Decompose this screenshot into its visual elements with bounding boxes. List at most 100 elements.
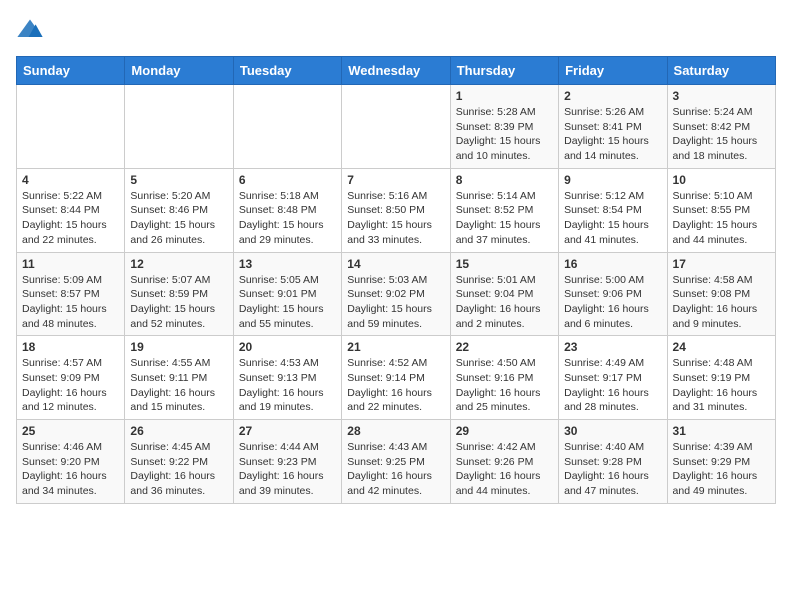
day-info: Sunrise: 4:48 AMSunset: 9:19 PMDaylight:… — [673, 356, 770, 415]
calendar-cell: 21 Sunrise: 4:52 AMSunset: 9:14 PMDayligh… — [342, 336, 450, 420]
day-number: 26 — [130, 424, 227, 438]
day-number: 3 — [673, 89, 770, 103]
day-number: 30 — [564, 424, 661, 438]
calendar-cell: 2 Sunrise: 5:26 AMSunset: 8:41 PMDaylight… — [559, 85, 667, 169]
day-info: Sunrise: 5:26 AMSunset: 8:41 PMDaylight:… — [564, 105, 661, 164]
weekday-header: Tuesday — [233, 57, 341, 85]
page-header — [16, 16, 776, 44]
day-info: Sunrise: 5:20 AMSunset: 8:46 PMDaylight:… — [130, 189, 227, 248]
day-number: 6 — [239, 173, 336, 187]
calendar-week-row: 1 Sunrise: 5:28 AMSunset: 8:39 PMDaylight… — [17, 85, 776, 169]
weekday-header: Thursday — [450, 57, 558, 85]
day-number: 18 — [22, 340, 119, 354]
calendar-cell — [233, 85, 341, 169]
day-number: 29 — [456, 424, 553, 438]
day-number: 14 — [347, 257, 444, 271]
day-number: 19 — [130, 340, 227, 354]
calendar-cell: 13Sunrise: 5:05 AMSunset: 9:01 PMDayligh… — [233, 252, 341, 336]
calendar-cell: 8 Sunrise: 5:14 AMSunset: 8:52 PMDaylight… — [450, 168, 558, 252]
calendar-cell: 14 Sunrise: 5:03 AMSunset: 9:02 PMDayligh… — [342, 252, 450, 336]
day-info: Sunrise: 4:40 AMSunset: 9:28 PMDaylight:… — [564, 440, 661, 499]
calendar-week-row: 25 Sunrise: 4:46 AMSunset: 9:20 PMDayligh… — [17, 420, 776, 504]
day-info: Sunrise: 5:09 AMSunset: 8:57 PMDaylight:… — [22, 273, 119, 332]
calendar-header-row: SundayMondayTuesdayWednesdayThursdayFrid… — [17, 57, 776, 85]
day-info: Sunrise: 5:14 AMSunset: 8:52 PMDaylight:… — [456, 189, 553, 248]
day-info: Sunrise: 4:49 AMSunset: 9:17 PMDaylight:… — [564, 356, 661, 415]
day-info: Sunrise: 4:57 AMSunset: 9:09 PMDaylight:… — [22, 356, 119, 415]
day-info: Sunrise: 5:10 AMSunset: 8:55 PMDaylight:… — [673, 189, 770, 248]
calendar-week-row: 18 Sunrise: 4:57 AMSunset: 9:09 PMDayligh… — [17, 336, 776, 420]
weekday-header: Friday — [559, 57, 667, 85]
day-number: 15 — [456, 257, 553, 271]
weekday-header: Monday — [125, 57, 233, 85]
calendar-cell: 9 Sunrise: 5:12 AMSunset: 8:54 PMDaylight… — [559, 168, 667, 252]
day-number: 25 — [22, 424, 119, 438]
day-number: 11 — [22, 257, 119, 271]
day-number: 27 — [239, 424, 336, 438]
day-number: 9 — [564, 173, 661, 187]
calendar-cell: 1 Sunrise: 5:28 AMSunset: 8:39 PMDaylight… — [450, 85, 558, 169]
day-info: Sunrise: 5:16 AMSunset: 8:50 PMDaylight:… — [347, 189, 444, 248]
day-info: Sunrise: 5:03 AMSunset: 9:02 PMDaylight:… — [347, 273, 444, 332]
day-info: Sunrise: 5:28 AMSunset: 8:39 PMDaylight:… — [456, 105, 553, 164]
calendar-cell: 15 Sunrise: 5:01 AMSunset: 9:04 PMDayligh… — [450, 252, 558, 336]
weekday-header: Wednesday — [342, 57, 450, 85]
calendar-cell: 12Sunrise: 5:07 AMSunset: 8:59 PMDayligh… — [125, 252, 233, 336]
day-info: Sunrise: 5:00 AMSunset: 9:06 PMDaylight:… — [564, 273, 661, 332]
calendar-cell: 30 Sunrise: 4:40 AMSunset: 9:28 PMDayligh… — [559, 420, 667, 504]
calendar-cell: 31 Sunrise: 4:39 AMSunset: 9:29 PMDayligh… — [667, 420, 775, 504]
logo-icon — [16, 16, 44, 44]
logo — [16, 16, 46, 44]
day-info: Sunrise: 4:45 AMSunset: 9:22 PMDaylight:… — [130, 440, 227, 499]
day-number: 7 — [347, 173, 444, 187]
day-number: 28 — [347, 424, 444, 438]
weekday-header: Saturday — [667, 57, 775, 85]
calendar-cell: 28 Sunrise: 4:43 AMSunset: 9:25 PMDayligh… — [342, 420, 450, 504]
calendar-cell: 27Sunrise: 4:44 AMSunset: 9:23 PMDayligh… — [233, 420, 341, 504]
day-info: Sunrise: 5:24 AMSunset: 8:42 PMDaylight:… — [673, 105, 770, 164]
day-number: 24 — [673, 340, 770, 354]
day-info: Sunrise: 4:46 AMSunset: 9:20 PMDaylight:… — [22, 440, 119, 499]
calendar-week-row: 4Sunrise: 5:22 AMSunset: 8:44 PMDaylight… — [17, 168, 776, 252]
day-number: 21 — [347, 340, 444, 354]
day-info: Sunrise: 5:18 AMSunset: 8:48 PMDaylight:… — [239, 189, 336, 248]
calendar-week-row: 11 Sunrise: 5:09 AMSunset: 8:57 PMDayligh… — [17, 252, 776, 336]
day-number: 8 — [456, 173, 553, 187]
day-number: 4 — [22, 173, 119, 187]
day-number: 5 — [130, 173, 227, 187]
calendar-cell: 4Sunrise: 5:22 AMSunset: 8:44 PMDaylight… — [17, 168, 125, 252]
day-info: Sunrise: 5:12 AMSunset: 8:54 PMDaylight:… — [564, 189, 661, 248]
calendar-cell: 16 Sunrise: 5:00 AMSunset: 9:06 PMDayligh… — [559, 252, 667, 336]
calendar-cell: 17 Sunrise: 4:58 AMSunset: 9:08 PMDayligh… — [667, 252, 775, 336]
calendar-cell — [17, 85, 125, 169]
day-info: Sunrise: 5:01 AMSunset: 9:04 PMDaylight:… — [456, 273, 553, 332]
day-info: Sunrise: 4:58 AMSunset: 9:08 PMDaylight:… — [673, 273, 770, 332]
day-number: 10 — [673, 173, 770, 187]
calendar-cell: 18 Sunrise: 4:57 AMSunset: 9:09 PMDayligh… — [17, 336, 125, 420]
day-info: Sunrise: 5:05 AMSunset: 9:01 PMDaylight:… — [239, 273, 336, 332]
day-info: Sunrise: 4:52 AMSunset: 9:14 PMDaylight:… — [347, 356, 444, 415]
day-number: 17 — [673, 257, 770, 271]
calendar-cell: 24 Sunrise: 4:48 AMSunset: 9:19 PMDayligh… — [667, 336, 775, 420]
calendar-cell: 6 Sunrise: 5:18 AMSunset: 8:48 PMDaylight… — [233, 168, 341, 252]
day-number: 16 — [564, 257, 661, 271]
calendar-cell: 7 Sunrise: 5:16 AMSunset: 8:50 PMDaylight… — [342, 168, 450, 252]
calendar-table: SundayMondayTuesdayWednesdayThursdayFrid… — [16, 56, 776, 504]
day-number: 20 — [239, 340, 336, 354]
calendar-cell — [125, 85, 233, 169]
day-info: Sunrise: 4:42 AMSunset: 9:26 PMDaylight:… — [456, 440, 553, 499]
day-info: Sunrise: 4:39 AMSunset: 9:29 PMDaylight:… — [673, 440, 770, 499]
day-number: 1 — [456, 89, 553, 103]
calendar-cell: 23 Sunrise: 4:49 AMSunset: 9:17 PMDayligh… — [559, 336, 667, 420]
day-number: 2 — [564, 89, 661, 103]
day-info: Sunrise: 4:50 AMSunset: 9:16 PMDaylight:… — [456, 356, 553, 415]
calendar-cell: 26 Sunrise: 4:45 AMSunset: 9:22 PMDayligh… — [125, 420, 233, 504]
calendar-cell: 22Sunrise: 4:50 AMSunset: 9:16 PMDayligh… — [450, 336, 558, 420]
calendar-cell: 3 Sunrise: 5:24 AMSunset: 8:42 PMDaylight… — [667, 85, 775, 169]
day-info: Sunrise: 4:43 AMSunset: 9:25 PMDaylight:… — [347, 440, 444, 499]
day-number: 31 — [673, 424, 770, 438]
calendar-cell: 25 Sunrise: 4:46 AMSunset: 9:20 PMDayligh… — [17, 420, 125, 504]
day-number: 23 — [564, 340, 661, 354]
calendar-cell: 20Sunrise: 4:53 AMSunset: 9:13 PMDayligh… — [233, 336, 341, 420]
calendar-cell: 5 Sunrise: 5:20 AMSunset: 8:46 PMDaylight… — [125, 168, 233, 252]
